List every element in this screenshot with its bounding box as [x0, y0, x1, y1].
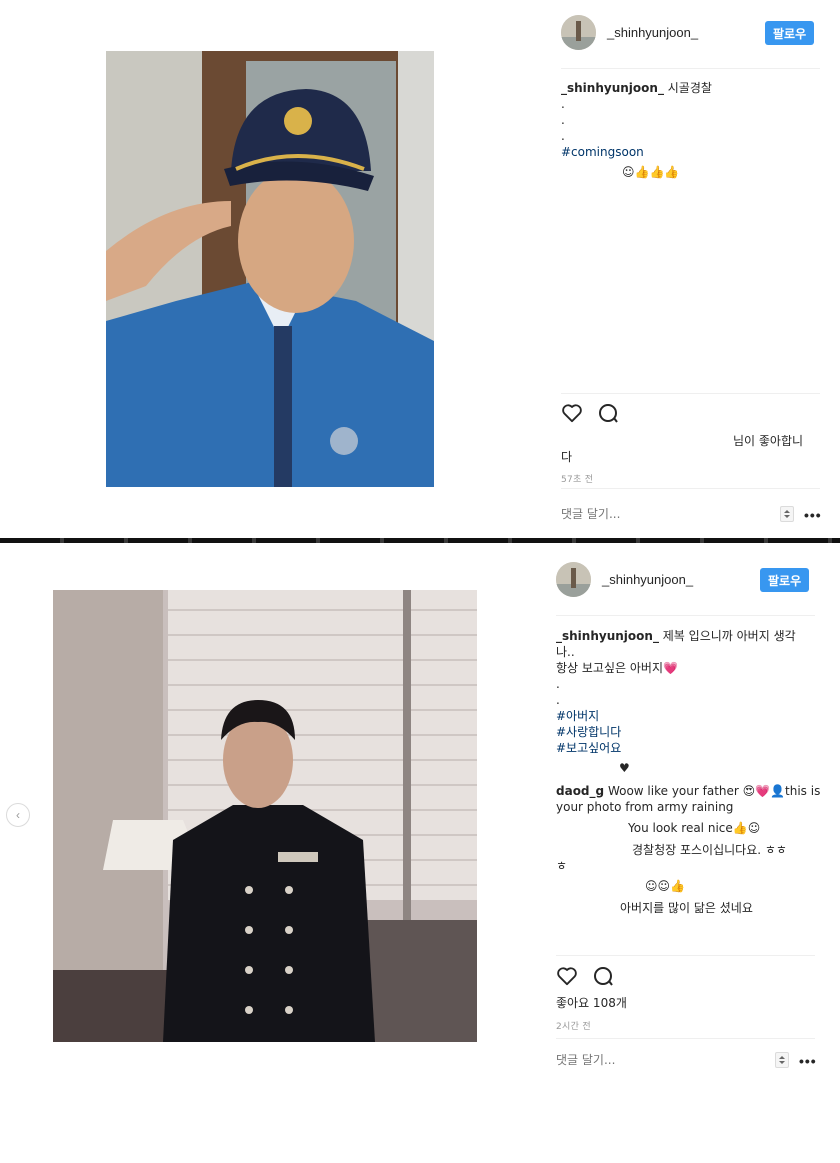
- likes-count[interactable]: 좋아요 108개: [556, 995, 627, 1011]
- caption-heart: ♥: [619, 761, 630, 775]
- follow-button[interactable]: 팔로우: [760, 568, 810, 592]
- likes-text-cont: 다: [561, 450, 573, 464]
- caption-dot: .: [556, 693, 560, 707]
- username-link[interactable]: _shinhyunjoon_: [607, 25, 698, 40]
- username-link[interactable]: _shinhyunjoon_: [602, 572, 693, 587]
- hashtag-link[interactable]: #comingsoon: [561, 144, 644, 160]
- caption-dot: .: [561, 129, 565, 143]
- post-2-header: _shinhyunjoon_: [556, 562, 693, 597]
- heart-icon[interactable]: [561, 403, 583, 423]
- caption-line: _shinhyunjoon_ 시골경찰: [561, 80, 712, 96]
- comment-text-cont: your photo from army raining: [556, 800, 734, 814]
- comment-icon[interactable]: [597, 403, 619, 423]
- caption-username[interactable]: _shinhyunjoon_: [556, 629, 659, 643]
- avatar[interactable]: [556, 562, 591, 597]
- comment-input[interactable]: [556, 1053, 756, 1067]
- avatar[interactable]: [561, 15, 596, 50]
- divider: [556, 1038, 815, 1039]
- post-1-header: _shinhyunjoon_: [561, 15, 698, 50]
- more-icon[interactable]: •••: [799, 1053, 817, 1069]
- caption-text-cont: 나..: [556, 645, 575, 659]
- comment-text: 경찰청장 포스이십니다요. ㅎㅎ: [632, 843, 787, 857]
- caption-dot: .: [556, 677, 560, 691]
- comment-text: 아버지를 많이 닮은 셨네요: [620, 901, 753, 915]
- caption-dot: .: [561, 97, 565, 111]
- divider: [556, 955, 815, 956]
- likes-text: 님이 좋아합니: [733, 434, 804, 448]
- timestamp[interactable]: 57초 전: [561, 472, 593, 488]
- post-2: ‹ _shinhyunjoon_ 팔로우 _shinhyunjoon_ 제복 입…: [0, 543, 840, 1163]
- post-2-photo[interactable]: [53, 590, 477, 1042]
- comment: daod_g Woow like your father 😍💗👤this is: [556, 783, 820, 799]
- caption-text: 시골경찰: [667, 81, 712, 95]
- comment-icon[interactable]: [592, 966, 614, 986]
- hashtag-link[interactable]: #사랑합니다: [556, 724, 621, 740]
- comment-username[interactable]: daod_g: [556, 784, 604, 798]
- stepper-icon[interactable]: [775, 1052, 789, 1068]
- caption-dot: .: [561, 113, 565, 127]
- stepper-icon[interactable]: [780, 506, 794, 522]
- follow-button[interactable]: 팔로우: [765, 21, 815, 45]
- divider: [561, 68, 820, 69]
- chevron-left-icon[interactable]: ‹: [6, 803, 30, 827]
- divider: [556, 615, 815, 616]
- more-icon[interactable]: •••: [804, 507, 822, 523]
- hashtag-link[interactable]: #보고싶어요: [556, 740, 621, 756]
- comment-text-cont: ㅎ: [556, 859, 568, 873]
- hashtag-link[interactable]: #아버지: [556, 708, 599, 724]
- comment-text: Woow like your father 😍💗👤this is: [607, 784, 821, 798]
- caption-emoji: ☺👍👍👍: [622, 165, 680, 179]
- caption-line: _shinhyunjoon_ 제복 입으니까 아버지 생각: [556, 628, 796, 644]
- caption-text-line: 항상 보고싶은 아버지💗: [556, 661, 678, 675]
- post-1: _shinhyunjoon_ 팔로우 _shinhyunjoon_ 시골경찰 .…: [0, 0, 840, 538]
- caption-username[interactable]: _shinhyunjoon_: [561, 81, 664, 95]
- comment-text: You look real nice👍☺: [628, 821, 761, 835]
- post-1-photo[interactable]: [106, 51, 434, 487]
- divider: [561, 393, 820, 394]
- timestamp[interactable]: 2시간 전: [556, 1019, 591, 1035]
- heart-icon[interactable]: [556, 966, 578, 986]
- divider: [561, 488, 820, 489]
- comment-text: ☺☺👍: [645, 879, 685, 893]
- comment-input[interactable]: [561, 507, 761, 521]
- caption-text: 제복 입으니까 아버지 생각: [662, 629, 796, 643]
